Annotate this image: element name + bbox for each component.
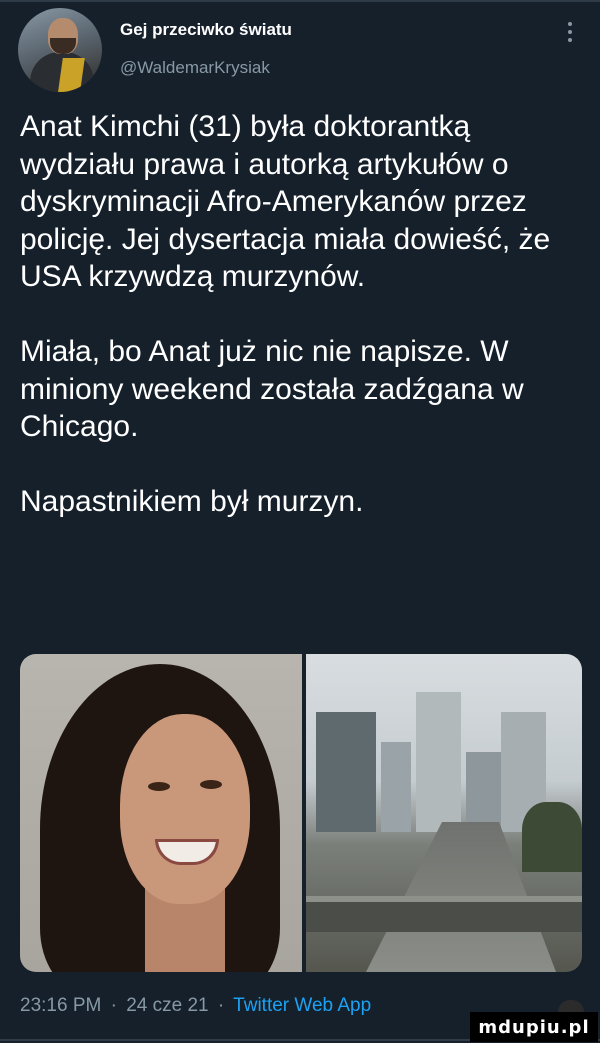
tweet-media: [20, 654, 582, 972]
tweet-date[interactable]: 24 cze 21: [126, 995, 208, 1016]
tweet-paragraph: Napastnikiem był murzyn.: [20, 484, 364, 518]
media-photo-street[interactable]: [306, 654, 582, 972]
avatar-shirt-shape: [57, 58, 85, 92]
tweet-time[interactable]: 23:16 PM: [20, 995, 101, 1016]
tweet-paragraph: Miała, bo Anat już nic nie napisze. W mi…: [20, 334, 524, 444]
tweet-meta: 23:16 PM · 24 cze 21 · Twitter Web App: [20, 995, 371, 1017]
more-vertical-icon[interactable]: [560, 18, 580, 46]
watermark-text: mdupiu.pl: [478, 1016, 590, 1038]
author-handle[interactable]: @WaldemarKrysiak: [120, 58, 270, 78]
tweet-paragraph: Anat Kimchi (31) była doktorantką wydzia…: [20, 110, 551, 294]
meta-separator: ·: [217, 995, 225, 1016]
top-divider: [0, 0, 600, 2]
tweet-text: Anat Kimchi (31) była doktorantką wydzia…: [20, 108, 580, 520]
author-display-name[interactable]: Gej przeciwko światu: [120, 20, 292, 40]
meta-separator: ·: [110, 995, 117, 1016]
watermark: mdupiu.pl: [470, 1012, 598, 1042]
media-photo-portrait[interactable]: [20, 654, 302, 972]
tweet-source-link[interactable]: Twitter Web App: [233, 995, 371, 1016]
avatar[interactable]: [18, 8, 102, 92]
